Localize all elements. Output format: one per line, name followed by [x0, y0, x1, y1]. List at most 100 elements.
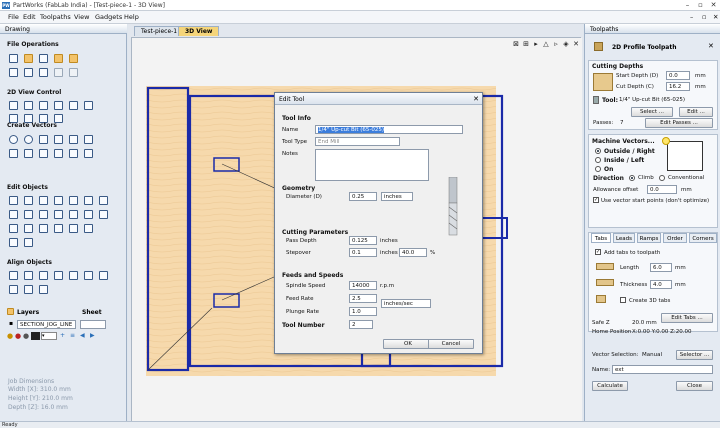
undo-icon[interactable] [54, 68, 63, 77]
align-top-icon[interactable] [54, 271, 63, 280]
outside-radio[interactable] [595, 148, 601, 154]
rotate-icon[interactable] [84, 196, 93, 205]
tab-tabs[interactable]: Tabs [591, 233, 611, 243]
open-folder-icon[interactable] [54, 54, 63, 63]
menu-gadgets[interactable]: Gadgets [95, 13, 122, 21]
on-radio[interactable] [595, 166, 601, 172]
curve-icon[interactable] [84, 149, 93, 158]
add-layer-icon[interactable]: + [60, 332, 68, 340]
view-close-icon[interactable]: ✕ [572, 40, 580, 48]
mdi-restore-icon[interactable]: ▫ [702, 13, 706, 21]
view-settings-icon[interactable]: ◈ [562, 40, 570, 48]
import-bitmap-icon[interactable] [24, 68, 33, 77]
weld-icon[interactable] [9, 210, 18, 219]
dimension-icon[interactable] [54, 149, 63, 158]
text-icon[interactable] [24, 149, 33, 158]
layer-manager-icon[interactable]: ≡ [70, 332, 78, 340]
mdi-close-icon[interactable]: ✕ [713, 13, 718, 21]
polygon-icon[interactable] [54, 135, 63, 144]
layer-color-dropdown[interactable]: ▾ [41, 332, 57, 340]
sheet-prev-icon[interactable]: ◀ [80, 332, 88, 340]
calculate-button[interactable]: Calculate [592, 381, 628, 391]
tab-order[interactable]: Order [663, 233, 687, 243]
redo-icon[interactable] [69, 68, 78, 77]
dogbone-icon[interactable] [84, 224, 93, 233]
ungroup-icon[interactable] [69, 196, 78, 205]
tab-test-piece-1[interactable]: Test-piece-1 [134, 26, 185, 36]
dialog-close-icon[interactable]: ✕ [473, 95, 479, 103]
pass-depth-input[interactable]: 0.125 [349, 236, 377, 245]
sheet-select[interactable] [80, 320, 106, 329]
tool-name-input[interactable]: 1/4" Up-cut Bit (65-025) [315, 125, 463, 134]
conventional-radio[interactable] [659, 175, 665, 181]
close-button[interactable]: Close [676, 381, 713, 391]
plunge-rate-input[interactable]: 1.0 [349, 307, 377, 316]
new-file-icon[interactable] [9, 54, 18, 63]
zoom-selection-icon[interactable] [39, 101, 48, 110]
layer-visibility-icon[interactable]: ▪ [7, 320, 15, 328]
layer-color-swatch[interactable] [31, 332, 40, 340]
select-tool-button[interactable]: Select ... [631, 107, 673, 117]
panel-close-icon[interactable]: ✕ [708, 42, 714, 50]
space-evenly-icon[interactable] [24, 285, 33, 294]
node-edit-icon[interactable] [24, 196, 33, 205]
text-on-curve-icon[interactable] [39, 149, 48, 158]
join-icon[interactable] [54, 210, 63, 219]
fillet-icon[interactable] [99, 210, 108, 219]
maximize-icon[interactable]: ▫ [696, 1, 705, 10]
allowance-input[interactable]: 0.0 [647, 185, 677, 194]
rate-units-select[interactable]: inches/sec [381, 299, 431, 308]
mdi-minimize-icon[interactable]: – [690, 13, 693, 21]
zoom-out-icon[interactable] [24, 101, 33, 110]
circle-icon[interactable] [9, 135, 18, 144]
menu-edit[interactable]: Edit [23, 13, 36, 21]
ellipse-icon[interactable] [24, 135, 33, 144]
edit-passes-button[interactable]: Edit Passes ... [645, 118, 713, 128]
use-start-points-checkbox[interactable]: ✓ [593, 197, 599, 203]
cut-depth-input[interactable]: 16.2 [666, 82, 690, 91]
climb-radio[interactable] [629, 175, 635, 181]
add-tabs-checkbox[interactable]: ✓ [595, 249, 601, 255]
offset-icon[interactable] [9, 224, 18, 233]
align-page-icon[interactable] [9, 285, 18, 294]
tab-3d-view[interactable]: 3D View [178, 26, 220, 36]
line-icon[interactable] [84, 135, 93, 144]
layer-properties-icon[interactable]: ● [23, 332, 29, 340]
stepover-input[interactable]: 0.1 [349, 248, 377, 257]
distribute-icon[interactable] [99, 271, 108, 280]
import-vectors-icon[interactable] [9, 68, 18, 77]
star-shape-icon[interactable] [69, 135, 78, 144]
tab-ramps[interactable]: Ramps [637, 233, 661, 243]
notes-textarea[interactable] [315, 149, 429, 181]
nest-icon[interactable] [39, 224, 48, 233]
close-vector-icon[interactable] [69, 210, 78, 219]
zoom-in-icon[interactable] [9, 101, 18, 110]
measure-icon[interactable] [9, 238, 18, 247]
align-right-icon[interactable] [39, 271, 48, 280]
smooth-icon[interactable] [69, 224, 78, 233]
star-icon[interactable] [9, 149, 18, 158]
menu-file[interactable]: File [8, 13, 19, 21]
tab-thickness-input[interactable]: 4.0 [650, 280, 672, 289]
layer-select[interactable]: SECTION_JOG_LINE [17, 320, 76, 329]
view-right-icon[interactable]: ▹ [552, 40, 560, 48]
tab-corners[interactable]: Corners [689, 233, 717, 243]
group-icon[interactable] [54, 196, 63, 205]
tool-type-select[interactable]: End Mill [315, 137, 400, 146]
view-left-icon[interactable]: △ [542, 40, 550, 48]
import-icon[interactable] [69, 54, 78, 63]
ok-button[interactable]: OK [383, 339, 433, 349]
view-front-icon[interactable]: ▸ [532, 40, 540, 48]
pan-icon[interactable] [84, 101, 93, 110]
tabs-icon[interactable] [24, 238, 33, 247]
scissors-icon[interactable] [54, 224, 63, 233]
tool-number-input[interactable]: 2 [349, 320, 373, 329]
align-left-icon[interactable] [24, 271, 33, 280]
diameter-input[interactable]: 0.25 [349, 192, 377, 201]
feed-rate-input[interactable]: 2.5 [349, 294, 377, 303]
view-top-icon[interactable]: ⊞ [522, 40, 530, 48]
subtract-icon[interactable] [24, 210, 33, 219]
inside-radio[interactable] [595, 157, 601, 163]
cancel-button[interactable]: Cancel [428, 339, 474, 349]
toolpath-name-input[interactable]: ext [612, 365, 713, 374]
